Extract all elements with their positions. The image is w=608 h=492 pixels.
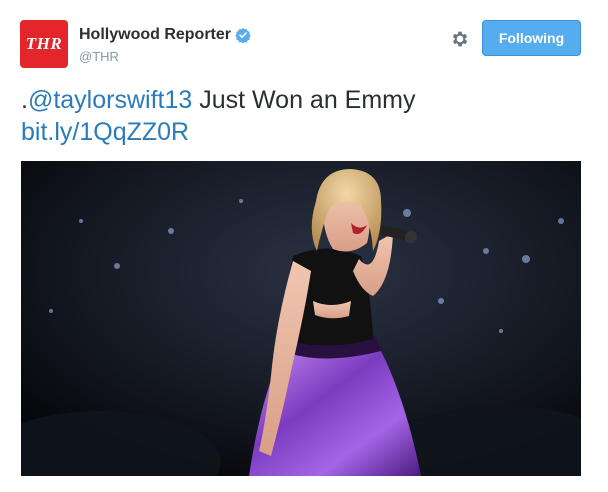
verified-badge-icon bbox=[235, 28, 251, 43]
tweet-prefix: . bbox=[21, 86, 28, 114]
tweet-body: Just Won an Emmy bbox=[192, 86, 416, 114]
account-name[interactable]: Hollywood Reporter bbox=[79, 26, 231, 44]
short-link[interactable]: bit.ly/1QqZZ0R bbox=[21, 118, 189, 146]
account-handle[interactable]: @THR bbox=[79, 49, 119, 64]
photo-image bbox=[21, 161, 581, 476]
gear-icon[interactable] bbox=[450, 29, 470, 49]
avatar[interactable]: THR bbox=[20, 20, 68, 68]
mention-link[interactable]: @taylorswift13 bbox=[28, 86, 192, 114]
account-name-row[interactable]: Hollywood Reporter bbox=[79, 26, 251, 44]
tweet-text: .@taylorswift13 Just Won an Emmy bit.ly/… bbox=[21, 84, 581, 148]
avatar-logo-text: THR bbox=[25, 34, 63, 53]
following-button[interactable]: Following bbox=[482, 20, 581, 56]
tweet-photo[interactable] bbox=[21, 161, 581, 476]
